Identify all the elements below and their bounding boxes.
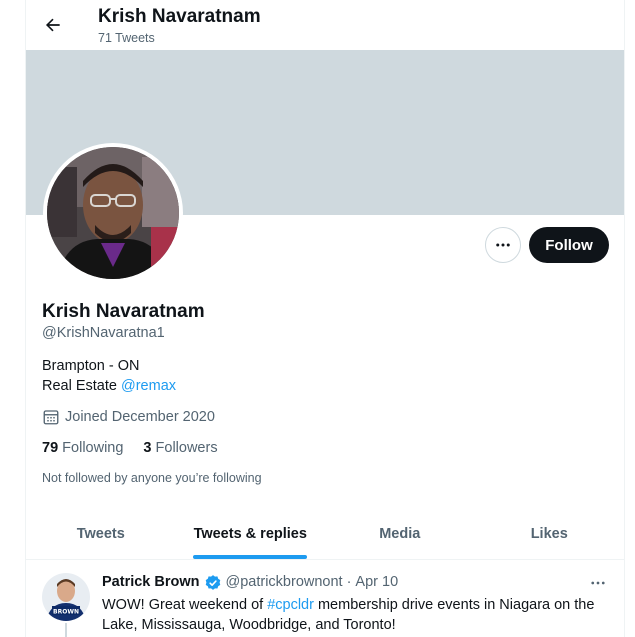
thread-line [65, 623, 67, 637]
bio-work-text: Real Estate [42, 378, 121, 394]
header-name: Krish Navaratnam [98, 6, 261, 27]
tweet-author-name[interactable]: Patrick Brown [102, 573, 200, 592]
arrow-left-icon [45, 18, 60, 32]
bio-mention-link[interactable]: @remax [121, 378, 176, 394]
followers-link[interactable]: 3 Followers [143, 438, 217, 458]
tweet-hashtag-link[interactable]: #cpcldr [267, 597, 314, 613]
follow-button[interactable]: Follow [529, 227, 609, 263]
tab-tweets[interactable]: Tweets [26, 508, 176, 559]
tab-media[interactable]: Media [325, 508, 475, 559]
avatar-photo [47, 147, 179, 279]
tab-tweets-label: Tweets [76, 525, 125, 542]
profile-bio: Brampton - ON Real Estate @remax [42, 356, 176, 396]
more-dots-icon [591, 581, 605, 585]
top-bar: Krish Navaratnam 71 Tweets [26, 0, 624, 50]
following-label: Following [62, 440, 124, 456]
followers-count: 3 [143, 440, 152, 456]
tweet-item[interactable]: BROWN Patrick Brown @patrickbrownont · A… [26, 561, 624, 637]
following-count: 79 [42, 440, 59, 456]
following-link[interactable]: 79 Following [42, 438, 123, 458]
joined-date: Joined December 2020 [42, 407, 215, 427]
tweet-header: Patrick Brown @patrickbrownont · Apr 10 [102, 573, 398, 592]
bio-line-work: Real Estate @remax [42, 376, 176, 396]
follow-stats: 79 Following 3 Followers [42, 438, 218, 458]
tab-likes[interactable]: Likes [475, 508, 625, 559]
profile-name: Krish Navaratnam [42, 301, 205, 322]
tab-tweets-and-replies[interactable]: Tweets & replies [176, 508, 326, 559]
profile-avatar[interactable] [43, 143, 183, 283]
tab-likes-label: Likes [530, 525, 568, 542]
tweet-separator: · [346, 574, 352, 590]
active-tab-indicator [193, 555, 308, 559]
not-followed-notice: Not followed by anyone you’re following [42, 471, 262, 485]
profile-column: Krish Navaratnam 71 Tweets Follow Krish … [25, 0, 625, 637]
profile-handle: @KrishNavaratna1 [42, 325, 165, 341]
followers-label: Followers [155, 440, 218, 456]
joined-text: Joined December 2020 [65, 409, 215, 425]
tweet-author-handle[interactable]: @patrickbrownont [226, 573, 343, 592]
header-tweet-count: 71 Tweets [98, 31, 155, 45]
tab-media-label: Media [379, 525, 421, 542]
more-dots-icon [496, 243, 510, 247]
tweet-more-button[interactable] [586, 571, 610, 595]
tweet-text-prefix: WOW! Great weekend of [102, 597, 268, 613]
back-button[interactable] [37, 9, 69, 41]
tweet-avatar-text: BROWN [53, 609, 79, 616]
tweet-date[interactable]: Apr 10 [355, 573, 398, 592]
verified-badge-icon [205, 574, 220, 590]
profile-tabs: Tweets Tweets & replies Media Likes [26, 508, 624, 560]
tab-tweets-and-replies-label: Tweets & replies [193, 525, 307, 542]
calendar-icon [43, 410, 59, 425]
tweet-text: WOW! Great weekend of #cpcldr membership… [102, 595, 607, 635]
bio-line-location: Brampton - ON [42, 358, 140, 374]
more-options-button[interactable] [485, 227, 521, 263]
tweet-author-avatar[interactable]: BROWN [42, 573, 90, 621]
